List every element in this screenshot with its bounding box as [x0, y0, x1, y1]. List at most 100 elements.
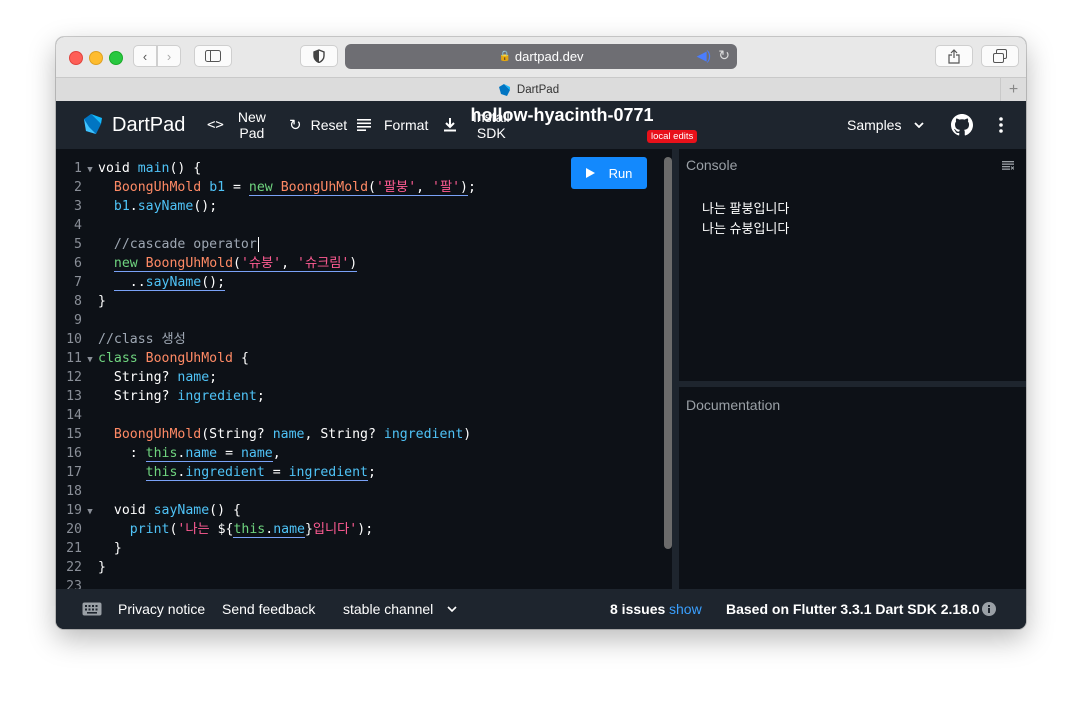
- back-button[interactable]: ‹: [133, 45, 157, 67]
- chevron-left-icon: ‹: [142, 48, 148, 64]
- pad-title[interactable]: hollow-hyacinth-0771: [442, 105, 682, 126]
- line-number: 10: [66, 332, 82, 347]
- code-area[interactable]: 1 ▼ void main() { 2 BoongUhMold b1 = new B…: [56, 159, 476, 589]
- line-number: 5: [74, 237, 82, 252]
- tab-bar: DartPad +: [56, 77, 1026, 101]
- show-issues-link[interactable]: show: [669, 589, 702, 629]
- format-label: Format: [384, 117, 429, 133]
- zoom-window-button[interactable]: [109, 51, 123, 65]
- editor-scrollbar[interactable]: [664, 157, 672, 549]
- channel-label: stable channel: [343, 601, 434, 617]
- format-button[interactable]: Format: [357, 101, 428, 149]
- keyboard-shortcuts-button[interactable]: [82, 589, 102, 629]
- minimize-window-button[interactable]: [89, 51, 103, 65]
- tabs-overview-button[interactable]: [981, 45, 1019, 67]
- url-text: dartpad.dev: [514, 49, 584, 64]
- documentation-panel: Documentation: [679, 387, 1026, 589]
- share-icon: [948, 48, 960, 64]
- refresh-icon: ↻: [289, 117, 302, 134]
- more-options-button[interactable]: [999, 101, 1003, 149]
- chevron-down-icon: [914, 122, 925, 128]
- line-number: 7: [74, 275, 82, 290]
- chevron-right-icon: ›: [166, 48, 172, 64]
- code-line: 21 }: [56, 539, 476, 558]
- share-button[interactable]: [935, 45, 973, 67]
- chevron-down-icon: [447, 606, 457, 612]
- code-line: 23: [56, 577, 476, 589]
- install-label-2: SDK: [476, 125, 506, 141]
- shield-icon: [313, 49, 325, 63]
- code-line: 10//class 생성: [56, 330, 476, 349]
- dartpad-logo[interactable]: DartPad: [80, 101, 185, 149]
- code-line: 8}: [56, 292, 476, 311]
- sidebar-icon: [205, 50, 221, 62]
- plus-icon: +: [1008, 80, 1019, 98]
- version-info: Based on Flutter 3.3.1 Dart SDK 2.18.0: [726, 601, 980, 617]
- line-number: 22: [66, 560, 82, 575]
- line-number: 6: [74, 256, 82, 271]
- line-number: 20: [66, 522, 82, 537]
- line-number: 18: [66, 484, 82, 499]
- run-button[interactable]: Run: [571, 157, 647, 189]
- format-icon: [357, 119, 371, 131]
- reset-label: Reset: [310, 117, 348, 133]
- vertical-splitter[interactable]: [672, 149, 679, 589]
- sidebar-toggle-button[interactable]: [194, 45, 232, 67]
- line-number: 3: [74, 199, 82, 214]
- tabs-icon: [993, 49, 1007, 63]
- dart-favicon-icon: [498, 83, 510, 96]
- clear-console-icon[interactable]: [1002, 161, 1014, 170]
- browser-toolbar: ‹ › 🔒 dartpad.dev ◀) ↻: [56, 37, 1026, 77]
- speaker-icon[interactable]: ◀): [697, 48, 711, 64]
- code-line: 4: [56, 216, 476, 235]
- forward-button[interactable]: ›: [157, 45, 181, 67]
- line-number: 9: [74, 313, 82, 328]
- line-number: 21: [66, 541, 82, 556]
- line-number: 2: [74, 180, 82, 195]
- info-button[interactable]: [982, 589, 996, 629]
- code-editor[interactable]: 1 ▼ void main() { 2 BoongUhMold b1 = new B…: [56, 149, 672, 589]
- github-button[interactable]: [951, 101, 973, 149]
- code-line: 18: [56, 482, 476, 501]
- code-icon: <>: [207, 117, 224, 133]
- line-number: 1: [74, 161, 82, 176]
- more-vert-icon: [999, 117, 1003, 133]
- new-pad-label-2: Pad: [239, 125, 265, 141]
- issues-count: 8 issues: [610, 601, 666, 617]
- code-line: 3 b1.sayName();: [56, 197, 476, 216]
- line-number: 11: [66, 351, 82, 366]
- channel-dropdown[interactable]: stable channel: [343, 589, 457, 629]
- play-icon: [585, 168, 595, 178]
- run-label: Run: [608, 165, 633, 181]
- code-line: 5 //cascade operator: [56, 235, 476, 254]
- code-line: 7 ..sayName();: [56, 273, 476, 292]
- line-number: 17: [66, 465, 82, 480]
- line-number: 4: [74, 218, 82, 233]
- close-window-button[interactable]: [69, 51, 83, 65]
- new-tab-button[interactable]: +: [1000, 78, 1026, 101]
- line-number: 14: [66, 408, 82, 423]
- line-number: 15: [66, 427, 82, 442]
- logo-text: DartPad: [112, 113, 186, 136]
- code-line: 20 print('나는 ${this.name}입니다');: [56, 520, 476, 539]
- samples-dropdown[interactable]: Samples: [847, 101, 925, 149]
- address-bar[interactable]: 🔒 dartpad.dev ◀) ↻: [345, 44, 737, 69]
- new-pad-button[interactable]: <> New Pad: [207, 101, 266, 149]
- privacy-notice-link[interactable]: Privacy notice: [118, 589, 205, 629]
- documentation-title: Documentation: [686, 397, 781, 413]
- browser-window: ‹ › 🔒 dartpad.dev ◀) ↻ DartPad + DartPad…: [56, 37, 1026, 629]
- reset-button[interactable]: ↻ Reset: [289, 101, 347, 149]
- new-pad-label-1: New: [237, 109, 266, 125]
- code-line: 9: [56, 311, 476, 330]
- info-icon: [982, 602, 996, 616]
- privacy-report-button[interactable]: [300, 45, 338, 67]
- tab-label: DartPad: [516, 83, 560, 96]
- code-line: 13 String? ingredient;: [56, 387, 476, 406]
- send-feedback-link[interactable]: Send feedback: [222, 589, 315, 629]
- tab-dartpad[interactable]: DartPad: [56, 78, 1000, 101]
- reload-icon[interactable]: ↻: [718, 47, 730, 64]
- code-line: 15 BoongUhMold(String? name, String? ing…: [56, 425, 476, 444]
- line-number: 12: [66, 370, 82, 385]
- dart-logo-icon: [84, 114, 102, 134]
- line-number: 13: [66, 389, 82, 404]
